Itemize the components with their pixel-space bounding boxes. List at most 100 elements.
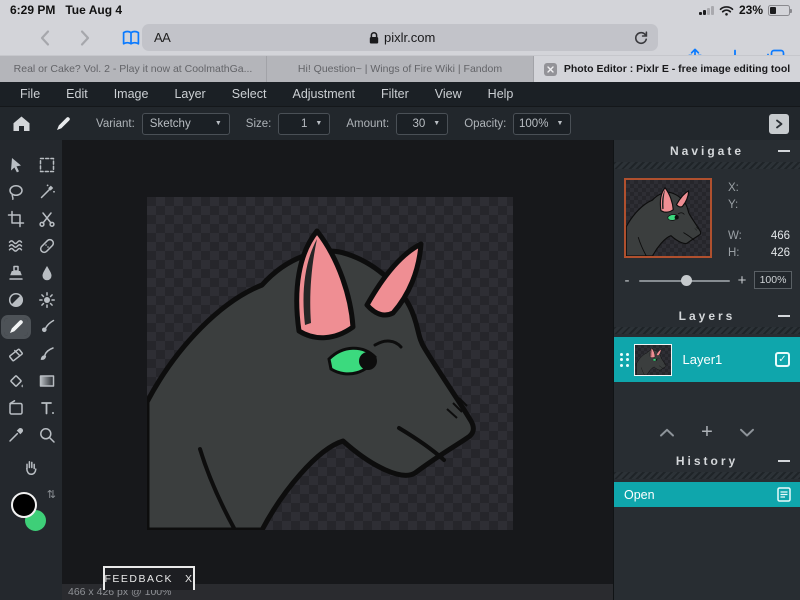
menu-layer[interactable]: Layer xyxy=(161,82,218,106)
collapse-history-icon[interactable] xyxy=(778,460,790,462)
y-label: Y: xyxy=(728,199,738,211)
add-layer-button[interactable]: + xyxy=(701,421,713,444)
collapse-panel-button[interactable] xyxy=(769,114,789,134)
pencil-tool[interactable] xyxy=(4,318,28,336)
artwork-thumbnail xyxy=(626,180,710,256)
clone-tool[interactable] xyxy=(4,264,28,282)
close-tab-button[interactable] xyxy=(544,63,557,76)
drop-icon xyxy=(38,264,56,282)
tab-label: Photo Editor : Pixlr E - free image edit… xyxy=(564,63,790,75)
move-layer-down-button[interactable] xyxy=(739,428,755,437)
tab-coolmath[interactable]: Real or Cake? Vol. 2 - Play it now at Co… xyxy=(0,56,267,82)
zoom-out-button[interactable]: - xyxy=(622,272,632,289)
menu-edit[interactable]: Edit xyxy=(53,82,101,106)
opacity-select[interactable]: 100% ▼ xyxy=(513,113,571,135)
menu-image[interactable]: Image xyxy=(101,82,162,106)
url-text: pixlr.com xyxy=(384,30,435,45)
hand-tool[interactable] xyxy=(19,458,43,476)
lasso-icon xyxy=(7,183,25,201)
address-bar[interactable]: AA pixlr.com xyxy=(142,24,658,51)
chevron-down-icon: ▼ xyxy=(433,120,440,127)
menu-file[interactable]: File xyxy=(7,82,53,106)
tab-pixlr-active[interactable]: Photo Editor : Pixlr E - free image edit… xyxy=(534,56,800,82)
zoom-in-button[interactable]: + xyxy=(737,272,747,289)
lasso-select-tool[interactable] xyxy=(4,183,28,201)
history-entry-open[interactable]: Open xyxy=(614,482,800,507)
cutout-tool[interactable] xyxy=(35,210,59,228)
crop-tool[interactable] xyxy=(4,210,28,228)
gradient-tool[interactable] xyxy=(35,372,59,390)
amount-select[interactable]: 30 ▼ xyxy=(396,113,448,135)
tab-wings-of-fire[interactable]: Hi! Question~ | Wings of Fire Wiki | Fan… xyxy=(267,56,534,82)
chevron-down-icon xyxy=(739,428,755,437)
smudge-tool[interactable] xyxy=(35,345,59,363)
variant-select[interactable]: Sketchy ▼ xyxy=(142,113,230,135)
opacity-label: Opacity: xyxy=(464,118,506,130)
menu-view[interactable]: View xyxy=(422,82,475,106)
half-circle-icon xyxy=(7,291,25,309)
feedback-close[interactable]: X xyxy=(185,573,194,585)
reload-button[interactable] xyxy=(633,30,649,46)
magnifier-icon xyxy=(38,426,56,444)
picker-tool[interactable] xyxy=(4,426,28,444)
chevron-up-icon xyxy=(659,428,675,437)
collapse-navigate-icon[interactable] xyxy=(778,150,790,152)
amount-value: 30 xyxy=(412,118,425,130)
menu-select[interactable]: Select xyxy=(219,82,280,106)
collapse-layers-icon[interactable] xyxy=(778,315,790,317)
layer-visibility-checkbox[interactable]: ✓ xyxy=(775,352,790,367)
panel-divider xyxy=(614,162,800,169)
draw-tool[interactable] xyxy=(35,318,59,336)
menu-filter[interactable]: Filter xyxy=(368,82,422,106)
foreground-color-swatch[interactable] xyxy=(11,492,37,518)
drag-handle-icon[interactable] xyxy=(620,353,629,367)
shape-tool[interactable] xyxy=(4,399,28,417)
marquee-icon xyxy=(38,156,56,174)
brush-icon xyxy=(38,318,56,336)
history-title: History xyxy=(676,454,738,468)
blur-tool[interactable] xyxy=(35,264,59,282)
heal-tool[interactable] xyxy=(35,237,59,255)
history-entry-label: Open xyxy=(624,488,655,502)
document-canvas[interactable] xyxy=(147,197,513,530)
navigate-thumbnail[interactable] xyxy=(624,178,712,258)
wand-select-tool[interactable] xyxy=(35,183,59,201)
feedback-button[interactable]: FEEDBACK X xyxy=(103,566,195,590)
navigate-title: Navigate xyxy=(670,144,744,158)
chevron-left-icon xyxy=(38,29,52,47)
fill-tool[interactable] xyxy=(4,372,28,390)
size-select[interactable]: 1 ▼ xyxy=(278,113,330,135)
close-icon xyxy=(547,66,554,73)
document-icon xyxy=(777,487,791,502)
scissors-icon xyxy=(38,210,56,228)
battery-icon xyxy=(768,5,790,16)
arrange-tool[interactable] xyxy=(4,156,28,174)
swap-colors-icon[interactable]: ⇅ xyxy=(47,488,56,501)
panel-divider xyxy=(614,327,800,334)
zoom-tool[interactable] xyxy=(35,426,59,444)
variant-value: Sketchy xyxy=(150,118,191,130)
zoom-slider[interactable] xyxy=(639,275,730,286)
clock: 6:29 PM xyxy=(10,3,55,17)
menu-help[interactable]: Help xyxy=(475,82,527,106)
marquee-select-tool[interactable] xyxy=(35,156,59,174)
forward-button[interactable] xyxy=(78,29,108,47)
dodge-burn-tool[interactable] xyxy=(4,291,28,309)
home-button[interactable] xyxy=(4,107,38,141)
layer-row-selected[interactable]: Layer1 ✓ xyxy=(614,337,800,382)
back-button[interactable] xyxy=(38,29,68,47)
sharpen-tool[interactable] xyxy=(35,291,59,309)
home-icon xyxy=(12,115,31,132)
move-layer-up-button[interactable] xyxy=(659,428,675,437)
panel-divider xyxy=(614,472,800,479)
reader-options-button[interactable]: AA xyxy=(154,30,170,45)
text-tool[interactable] xyxy=(35,399,59,417)
zoom-slider-knob[interactable] xyxy=(681,275,692,286)
zoom-value-field[interactable]: 100% xyxy=(754,271,792,289)
cellular-signal-icon xyxy=(699,5,714,15)
eraser-tool[interactable] xyxy=(4,345,28,363)
eraser-icon xyxy=(7,345,25,363)
wifi-icon xyxy=(719,5,734,16)
menu-adjustment[interactable]: Adjustment xyxy=(279,82,368,106)
liquify-tool[interactable] xyxy=(4,237,28,255)
